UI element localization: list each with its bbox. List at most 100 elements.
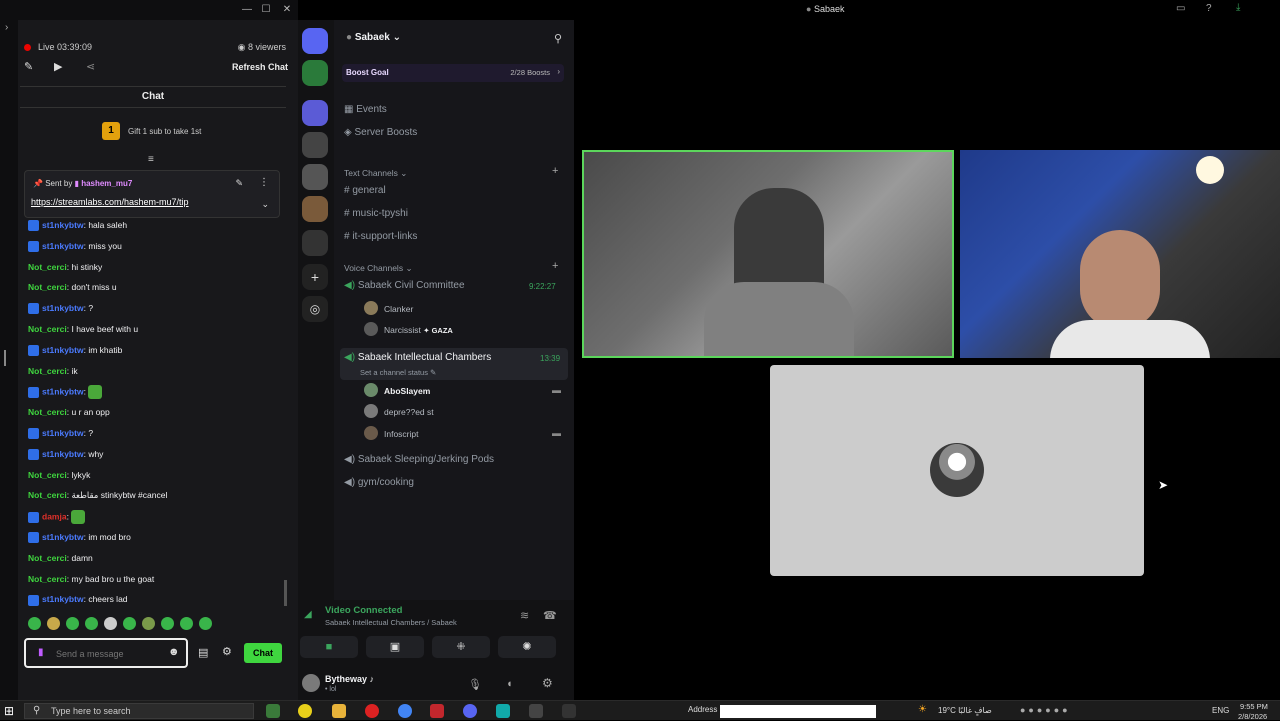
pinned-link[interactable]: https://streamlabs.com/hashem-mu7/tip [31,197,189,207]
download-icon[interactable]: ⤓ [1236,2,1240,13]
add-user-icon[interactable]: ⚲ [554,32,562,45]
emote-icon[interactable] [47,617,60,630]
app-icon[interactable] [430,704,444,718]
app-icon[interactable] [298,704,312,718]
message-input[interactable] [56,646,166,662]
soundboard-button[interactable]: ✺ [498,636,556,658]
user-avatar[interactable] [302,674,320,692]
settings-icon[interactable] [562,704,576,718]
add-channel-icon[interactable]: + [552,260,558,272]
chat-username[interactable]: Not_cerci [28,490,67,500]
connection-status[interactable]: Video Connected [325,605,402,616]
gift-banner[interactable]: 1 Gift 1 sub to take 1st [20,120,286,144]
voice-user[interactable]: Narcissist ✦ GAZA [384,325,453,335]
emote-icon[interactable] [85,617,98,630]
add-channel-icon[interactable]: + [552,165,558,177]
server-icon[interactable] [302,164,328,190]
tray-icons[interactable]: ●●●●●● [1020,705,1120,717]
video-tile-user-3[interactable] [770,365,1144,576]
server-boosts-item[interactable]: ◈ Server Boosts [344,127,417,138]
video-tile-user-1[interactable] [582,150,954,358]
pencil-icon[interactable]: ✎ [24,60,33,73]
voice-channel-gym[interactable]: ◀) gym/cooking [344,477,414,488]
inbox-icon[interactable]: ▭ [1176,3,1185,14]
emote-icon[interactable] [88,385,103,400]
language-indicator[interactable]: ENG [1212,706,1229,715]
clock-time[interactable]: 9:55 PM [1240,702,1268,711]
discover-icon[interactable]: ◎ [302,296,328,322]
voice-user[interactable]: Infoscript [384,429,419,439]
disconnect-icon[interactable]: ☎ [543,609,557,622]
channel-music[interactable]: # music-tpyshi [344,208,408,219]
mic-icon[interactable]: ▮ [38,647,44,658]
add-server-icon[interactable]: + [302,264,328,290]
share-icon[interactable]: ⋖ [86,60,95,73]
expand-icon[interactable]: › [5,22,8,33]
channel-general[interactable]: # general [344,185,386,196]
active-voice-channel[interactable]: ◀) Sabaek Intellectual Chambers 13:39 Se… [340,348,568,380]
close-icon[interactable]: ✕ [280,3,294,17]
app-icon[interactable] [529,704,543,718]
voice-user[interactable]: AboSlayem [384,386,430,396]
emoji-icon[interactable]: ☻ [168,646,180,658]
voice-channels-category[interactable]: Voice Channels ⌄ [344,263,413,274]
voice-user[interactable]: Clanker [384,304,413,314]
minimize-icon[interactable]: — [240,3,254,17]
emote-icon[interactable] [66,617,79,630]
store-icon[interactable]: ▤ [198,646,208,659]
chat-username[interactable]: Not_cerci [28,553,67,563]
chat-username[interactable]: st1nkybtw [42,532,84,542]
channel-status[interactable]: Set a channel status ✎ [360,368,436,377]
emote-icon[interactable] [104,617,117,630]
windows-start-icon[interactable]: ⊞ [4,704,14,718]
clip-icon[interactable]: ▶ [54,60,62,73]
chat-username[interactable]: Not_cerci [28,574,67,584]
emote-icon[interactable] [142,617,155,630]
noise-suppression-icon[interactable]: ≋ [520,609,529,622]
chevron-down-icon[interactable]: ⌄ [261,199,269,210]
microphone-icon[interactable]: 🎙 [468,678,482,691]
unpin-icon[interactable]: ✎ [235,178,243,189]
chat-username[interactable]: st1nkybtw [42,594,84,604]
maximize-icon[interactable]: ☐ [259,3,273,17]
emote-icon[interactable] [123,617,136,630]
xbox-icon[interactable] [266,704,280,718]
emote-icon[interactable] [28,617,41,630]
weather-text[interactable]: 19°C صافٍ غالبًا [938,706,992,715]
opera-icon[interactable] [365,704,379,718]
chat-username[interactable]: Not_cerci [28,324,67,334]
channel-it-support[interactable]: # it-support-links [344,231,417,242]
server-icon[interactable] [302,230,328,256]
server-header[interactable]: ● Sabaek ⌄ [346,32,401,43]
boost-goal-bar[interactable]: Boost Goal 2/28 Boosts › [342,64,564,82]
screen-share-button[interactable]: ▣ [366,636,424,658]
chat-username[interactable]: Not_cerci [28,470,67,480]
chat-username[interactable]: damja [42,511,67,521]
settings-icon[interactable]: ⚙ [222,645,232,658]
more-options-icon[interactable]: ⋮ [259,177,269,188]
chat-username[interactable]: Not_cerci [28,407,67,417]
folder-icon[interactable] [302,100,328,126]
app-icon[interactable] [496,704,510,718]
help-icon[interactable]: ? [1206,3,1212,14]
chat-username[interactable]: st1nkybtw [42,345,84,355]
address-field[interactable] [720,705,876,718]
taskbar-search[interactable]: ⚲ Type here to search [24,703,254,719]
voice-user[interactable]: depre??ed st [384,407,434,417]
activities-button[interactable]: ⁜ [432,636,490,658]
server-icon[interactable] [302,132,328,158]
chat-username[interactable]: Not_cerci [28,262,67,272]
send-chat-button[interactable]: Chat [244,643,282,663]
chat-username[interactable]: st1nkybtw [42,220,84,230]
headphones-icon[interactable]: ◖ [506,678,513,690]
emote-icon[interactable] [199,617,212,630]
filter-icon[interactable]: ≡ [148,154,154,165]
file-explorer-icon[interactable] [332,704,346,718]
settings-icon[interactable]: ⚙ [542,676,553,690]
voice-channel-civil[interactable]: ◀) Sabaek Civil Committee [344,280,465,291]
chat-scrollbar[interactable] [284,580,287,606]
server-icon[interactable] [302,196,328,222]
chat-username[interactable]: Not_cerci [28,282,67,292]
text-channels-category[interactable]: Text Channels ⌄ [344,168,407,179]
events-item[interactable]: ▦ Events [344,104,387,115]
